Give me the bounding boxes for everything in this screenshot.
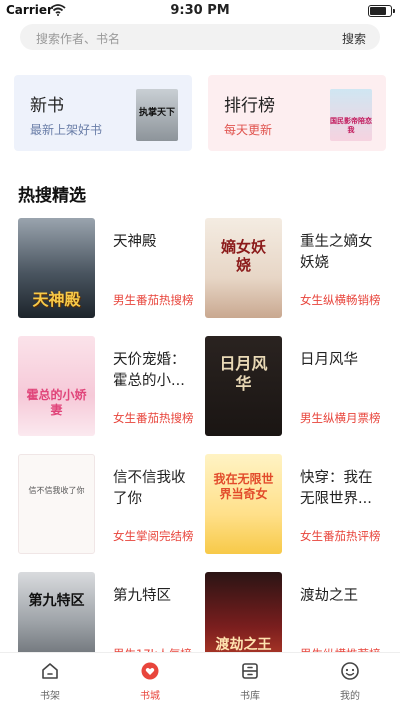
book-title: 重生之嫡女妖娆 [300, 234, 373, 271]
cover-text: 我在无限世界当奇女 [213, 472, 274, 501]
tab-bar: 书架 书城 书库 我的 [0, 652, 400, 702]
section-title: 热搜精选 [18, 186, 86, 206]
book-item[interactable]: 嫡女妖娆 重生之嫡女妖娆 女生纵横畅销榜 [205, 218, 387, 318]
card-title: 新书 [30, 96, 64, 116]
status-bar: Carrier 9:30 PM [0, 0, 400, 22]
search-input[interactable]: 搜索作者、书名 搜索 [20, 24, 380, 50]
book-cover: 信不信我收了你 [18, 454, 95, 554]
book-title: 渡劫之王 [300, 588, 358, 604]
clock: 9:30 PM [170, 3, 230, 18]
cover-text: 霍总的小娇妻 [26, 388, 87, 417]
book-item[interactable]: 信不信我收了你 信不信我收了你 女生掌阅完结榜 [18, 454, 200, 554]
book-title: 日月风华 [300, 352, 358, 368]
book-rank-tag: 男生纵横月票榜 [300, 411, 381, 425]
book-rank-tag: 男生番茄热搜榜 [113, 293, 194, 307]
card-subtitle: 每天更新 [224, 123, 273, 137]
book-cover: 霍总的小娇妻 [18, 336, 95, 436]
tab-bookstore[interactable]: 书城 [100, 653, 200, 702]
card-title: 排行榜 [224, 96, 275, 116]
book-item[interactable]: 日月风华 日月风华 男生纵横月票榜 [205, 336, 387, 436]
book-title: 第九特区 [113, 588, 171, 604]
book-title: 天神殿 [113, 234, 157, 250]
ranking-card[interactable]: 排行榜 每天更新 国民影帝陪恋我 [208, 75, 386, 151]
tab-bookshelf[interactable]: 书架 [0, 653, 100, 702]
book-rank-tag: 女生掌阅完结榜 [113, 529, 194, 543]
heart-icon [141, 662, 159, 680]
profile-icon [341, 662, 359, 680]
book-title: 快穿：我在无限世界... [300, 470, 373, 507]
home-icon [42, 663, 58, 679]
cover-text: 天神殿 [32, 290, 81, 309]
book-rank-tag: 女生番茄热评榜 [300, 529, 381, 543]
book-cover: 日月风华 [205, 336, 282, 436]
cover-text: 执掌天下 [138, 108, 175, 118]
book-item[interactable]: 霍总的小娇妻 天价宠婚：霍总的小... 女生番茄热搜榜 [18, 336, 200, 436]
library-icon [242, 663, 258, 679]
cover-text: 国民影帝陪恋我 [330, 117, 372, 134]
cover-text: 嫡女妖娆 [220, 238, 266, 274]
ranking-cover: 国民影帝陪恋我 [330, 89, 372, 141]
battery-icon [368, 5, 395, 17]
tab-profile[interactable]: 我的 [300, 653, 400, 702]
search-button[interactable]: 搜索 [342, 30, 366, 47]
cover-text: 第九特区 [28, 593, 85, 609]
tab-library[interactable]: 书库 [200, 653, 300, 702]
book-rank-tag: 女生番茄热搜榜 [113, 411, 194, 425]
book-item[interactable]: 我在无限世界当奇女 快穿：我在无限世界... 女生番茄热评榜 [205, 454, 387, 554]
cover-text: 日月风华 [219, 354, 268, 393]
book-title: 信不信我收了你 [113, 470, 186, 507]
book-rank-tag: 女生纵横畅销榜 [300, 293, 381, 307]
book-title: 天价宠婚：霍总的小... [113, 352, 186, 389]
new-books-cover: 执掌天下 [136, 89, 178, 141]
new-books-card[interactable]: 新书 最新上架好书 执掌天下 [14, 75, 192, 151]
book-cover: 嫡女妖娆 [205, 218, 282, 318]
cover-text: 渡劫之王 [215, 637, 272, 653]
card-subtitle: 最新上架好书 [30, 123, 103, 137]
cover-text: 信不信我收了你 [28, 486, 85, 495]
book-cover: 我在无限世界当奇女 [205, 454, 282, 554]
book-item[interactable]: 天神殿 天神殿 男生番茄热搜榜 [18, 218, 200, 318]
book-cover: 天神殿 [18, 218, 95, 318]
search-placeholder: 搜索作者、书名 [36, 32, 121, 46]
